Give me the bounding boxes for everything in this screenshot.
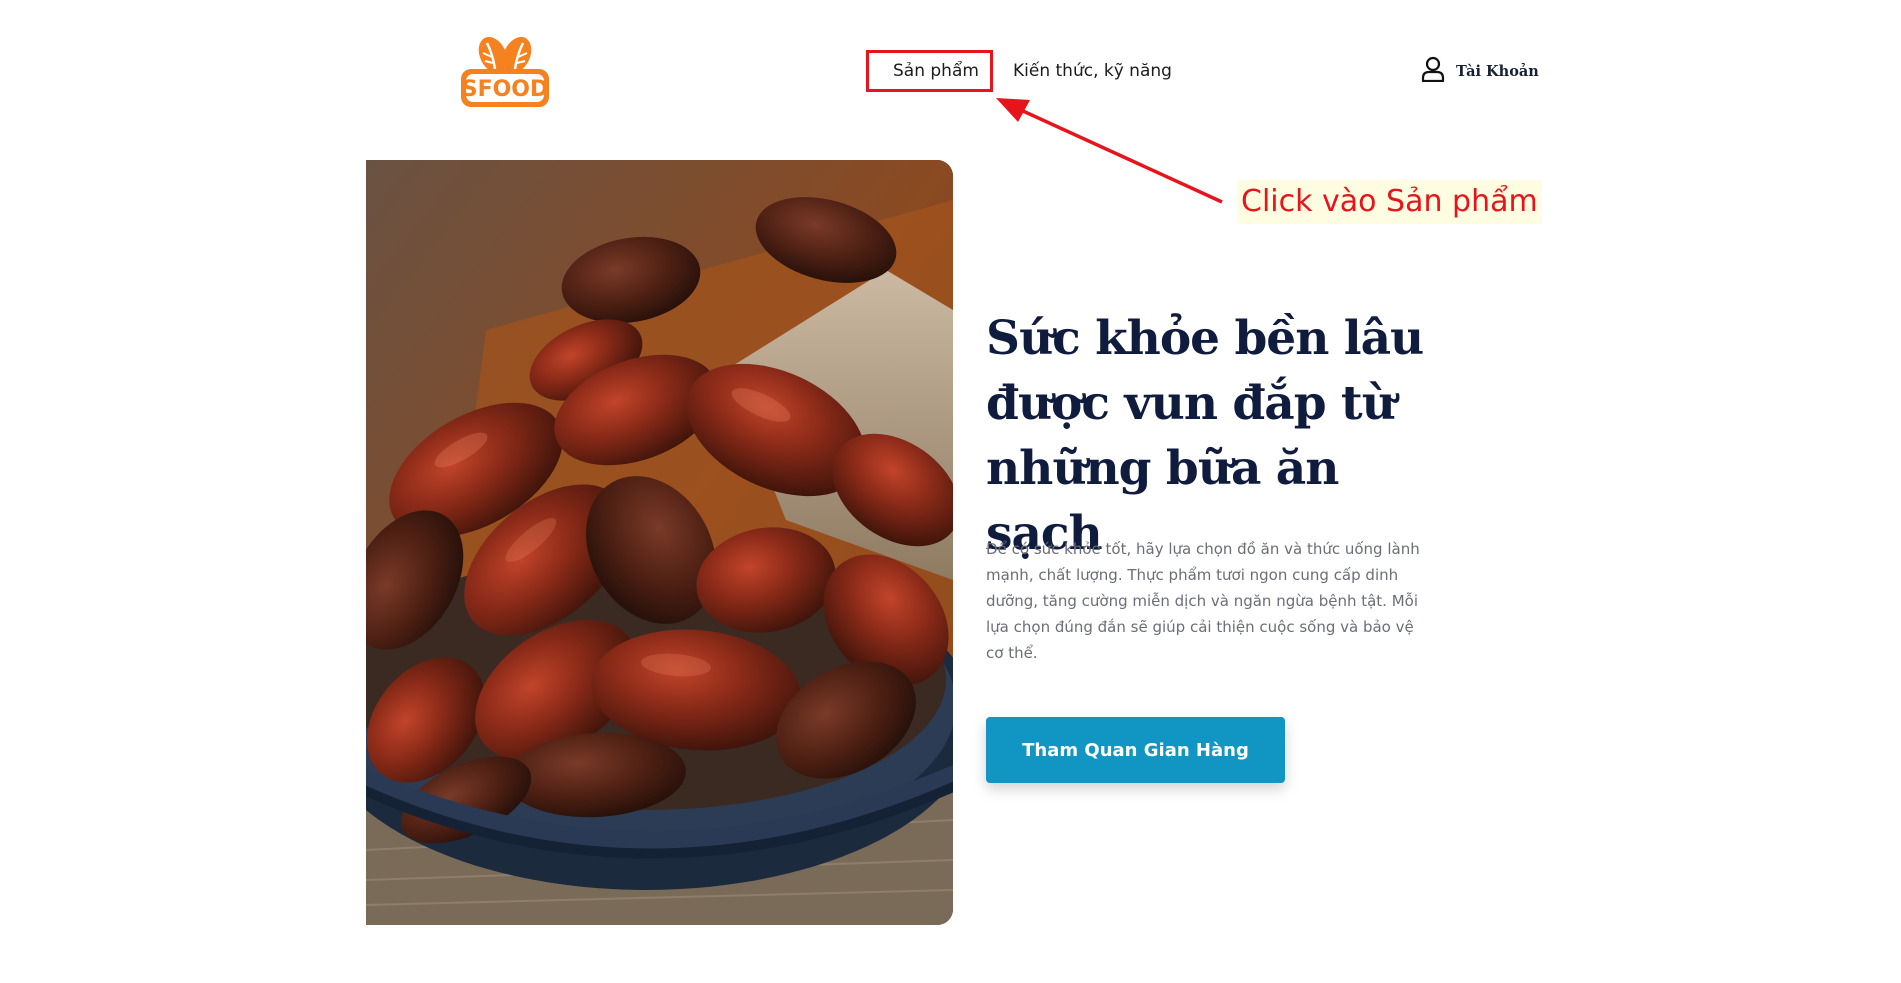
nav-link-knowledge[interactable]: Kiến thức, kỹ năng bbox=[1013, 56, 1172, 86]
account-label: Tài Khoản bbox=[1456, 62, 1539, 80]
dates-bowl-image bbox=[366, 160, 953, 925]
hero-title: Sức khỏe bền lâu được vun đắp từ những b… bbox=[986, 311, 1424, 561]
hero-image bbox=[366, 160, 953, 925]
account-link[interactable]: Tài Khoản bbox=[1421, 56, 1539, 86]
annotation-text: Click vào Sản phẩm bbox=[1237, 180, 1542, 224]
visit-store-button[interactable]: Tham Quan Gian Hàng bbox=[986, 717, 1285, 783]
hero-description: Để có sức khỏe tốt, hãy lựa chọn đồ ăn v… bbox=[986, 540, 1420, 662]
annotation-highlight-box bbox=[866, 50, 993, 92]
user-icon bbox=[1421, 56, 1445, 87]
